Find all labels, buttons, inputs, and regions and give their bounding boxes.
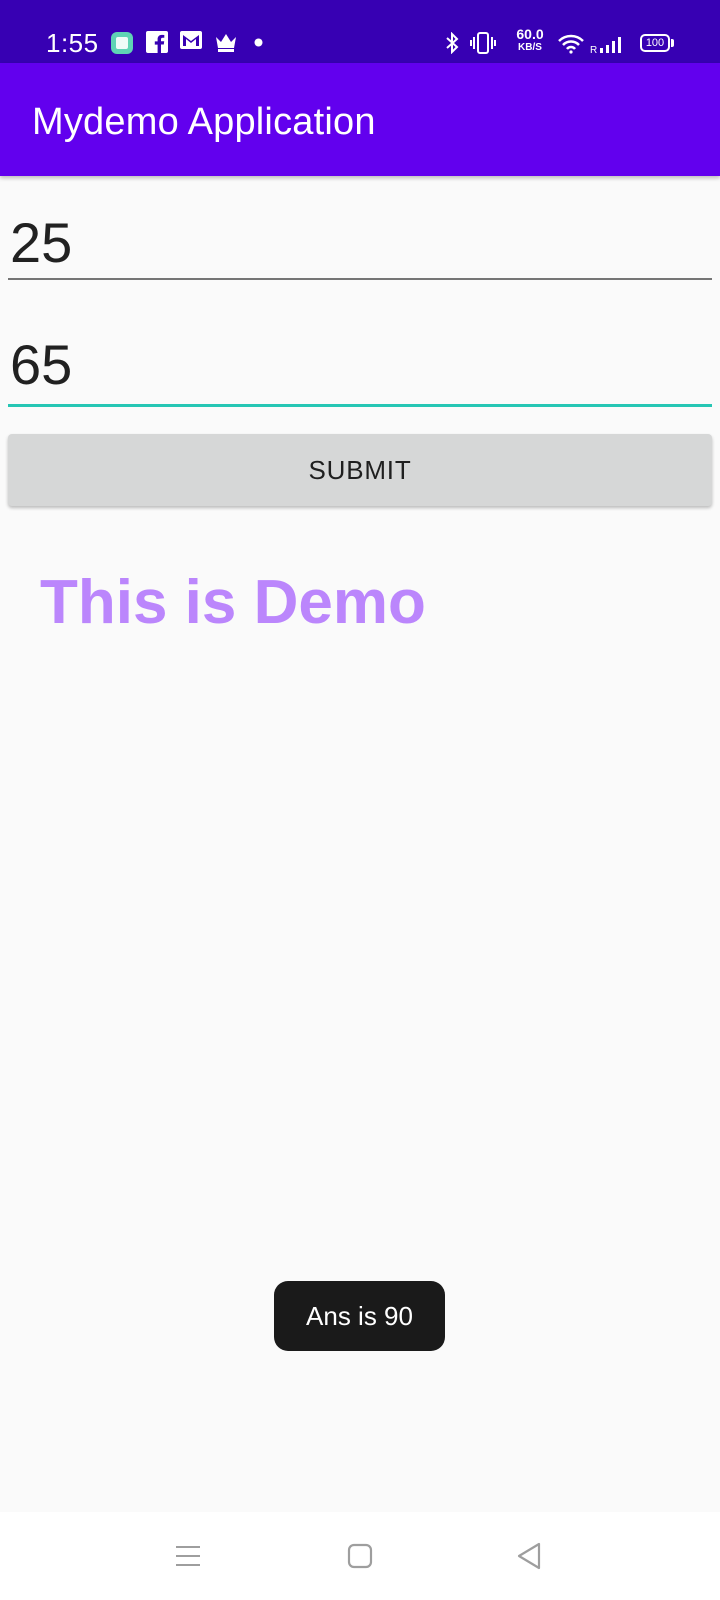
app-bar: Mydemo Application [0,63,720,176]
network-speed: 60.0 KB/S [512,26,548,54]
status-time: 1:55 [46,28,99,58]
menu-icon[interactable] [170,1538,206,1574]
facebook-icon [146,31,168,53]
first-number-input[interactable] [8,206,712,280]
wifi-icon [558,34,584,54]
demo-text: This is Demo [40,568,426,637]
status-bar: 1:55 60.0 KB/S R 100 [0,0,720,63]
crown-icon [214,31,238,53]
battery-icon: 100 [640,34,670,52]
app-screen: 1:55 60.0 KB/S R 100 Mydemo Application … [0,0,720,1600]
back-icon[interactable] [512,1538,548,1574]
home-icon[interactable] [342,1538,378,1574]
gmail-icon [180,31,202,49]
app-title: Mydemo Application [32,101,376,143]
navigation-bar [0,1512,720,1600]
signal-icon: R [590,34,624,54]
signal-label: R [590,45,597,54]
vibrate-icon [470,32,496,54]
network-speed-value: 60.0 [516,26,544,42]
battery-tip [671,39,674,47]
result-toast: Ans is 90 [274,1281,445,1351]
submit-button[interactable]: SUBMIT [8,434,712,506]
dot-icon [254,38,263,47]
bluetooth-icon [444,32,460,54]
second-number-input[interactable] [8,325,712,407]
network-speed-unit: KB/S [518,42,542,53]
app-icon [110,31,134,55]
